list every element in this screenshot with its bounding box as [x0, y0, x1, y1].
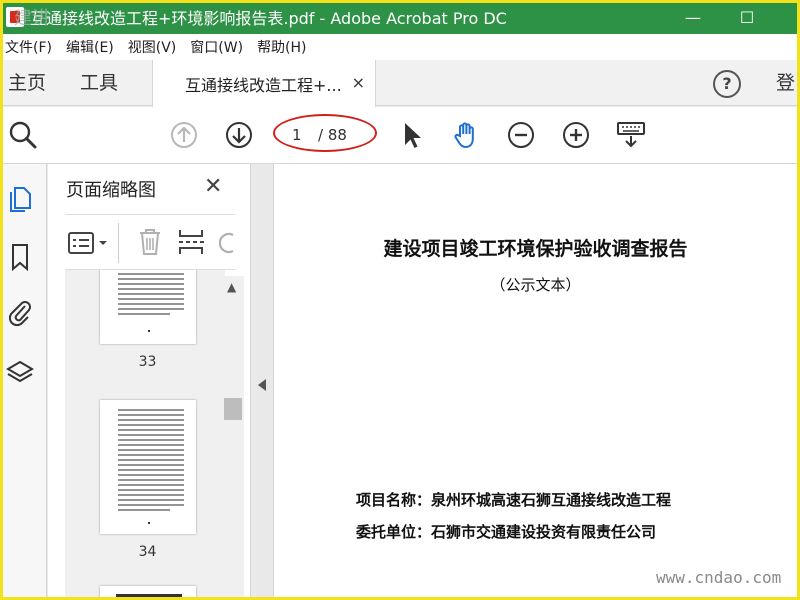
zoom-search-icon[interactable]: [8, 120, 38, 150]
tab-close-icon[interactable]: ×: [352, 73, 365, 92]
thumbnails-toolbar: [65, 214, 235, 270]
document-subtitle: （公示文本）: [490, 276, 581, 294]
menu-window[interactable]: 窗口(W): [185, 37, 252, 57]
client-label: 委托单位：: [356, 523, 432, 541]
collapse-arrow-icon[interactable]: [258, 379, 266, 391]
tab-bar: 主页 工具 互通接线改造工程+... ×: [0, 60, 800, 107]
layers-icon[interactable]: [6, 358, 34, 388]
thumbnail-list: 33 34: [65, 270, 225, 600]
project-name-label: 项目名称：: [356, 491, 432, 509]
thumbnail-options-icon[interactable]: [67, 229, 111, 257]
attachment-icon[interactable]: [6, 298, 34, 328]
menu-help[interactable]: 帮助(H): [252, 37, 315, 57]
menu-edit[interactable]: 编辑(E): [61, 37, 123, 57]
hand-tool-icon[interactable]: [451, 120, 481, 150]
project-name-line: 项目名称：泉州环城高速石狮互通接线改造工程: [356, 489, 671, 510]
panel-collapse-strip[interactable]: [250, 164, 274, 600]
navigation-rail: [0, 164, 47, 600]
thumbnails-scrollbar[interactable]: ▲: [222, 276, 244, 600]
select-cursor-icon[interactable]: [398, 120, 428, 150]
scroll-up-arrow[interactable]: ▲: [227, 280, 236, 294]
site-watermark: www.cndao.com: [656, 568, 782, 587]
bookmark-icon[interactable]: [6, 242, 34, 272]
document-title: 建设项目竣工环境保护验收调查报告: [383, 238, 688, 260]
menu-file[interactable]: 文件(F): [0, 37, 61, 57]
help-button[interactable]: ?: [713, 70, 741, 98]
client-line: 委托单位：石狮市交通建设投资有限责任公司: [356, 521, 656, 542]
client-value: 石狮市交通建设投资有限责任公司: [431, 523, 657, 541]
maximize-button[interactable]: ☐: [724, 0, 770, 34]
thumbnail-page-34[interactable]: [100, 400, 196, 534]
thumbnail-page-33[interactable]: [100, 270, 196, 344]
scrollbar-thumb[interactable]: [224, 398, 242, 420]
tab-document-label: 互通接线改造工程+...: [185, 75, 342, 95]
toolbar-divider: [118, 223, 119, 263]
thumbnails-panel: 页面缩略图 ✕ 33 34: [48, 164, 250, 600]
page-thumbnails-icon[interactable]: [6, 184, 34, 214]
thumbnails-close-icon[interactable]: ✕: [204, 174, 222, 199]
zoom-out-icon[interactable]: [506, 120, 536, 150]
red-circle-annotation: [273, 114, 377, 152]
window-title: 互通接线改造工程+环境影响报告表.pdf - Adobe Acrobat Pro…: [30, 9, 507, 28]
thumbnail-label-33: 33: [138, 354, 157, 370]
zoom-in-icon[interactable]: [561, 120, 591, 150]
minimize-button[interactable]: —: [670, 0, 716, 34]
insert-page-icon[interactable]: [177, 227, 205, 257]
thumbnail-page-35[interactable]: [100, 586, 196, 600]
thumbnail-page-33-content: [118, 273, 184, 332]
next-page-icon[interactable]: [224, 120, 254, 150]
document-page: 建设项目竣工环境保护验收调查报告 （公示文本） 项目名称：泉州环城高速石狮互通接…: [274, 164, 797, 600]
tab-document[interactable]: 互通接线改造工程+... ×: [152, 60, 376, 107]
thumbnail-page-34-content: [118, 409, 184, 524]
login-button[interactable]: 登: [776, 60, 795, 106]
keyboard-scroll-icon[interactable]: [616, 120, 646, 150]
menu-bar: 文件(F) 编辑(E) 视图(V) 窗口(W) 帮助(H): [0, 34, 800, 60]
delete-page-icon[interactable]: [137, 227, 163, 257]
tab-tools[interactable]: 工具: [80, 60, 118, 106]
thumbnails-panel-title: 页面缩略图: [66, 180, 156, 201]
thumbnail-label-34: 34: [138, 544, 157, 560]
thumbnail-page-35-content: [116, 594, 182, 597]
menu-view[interactable]: 视图(V): [123, 37, 186, 57]
toolbar: [0, 107, 800, 164]
watermark-logo: 建讲: [14, 8, 50, 29]
previous-page-icon[interactable]: [169, 120, 199, 150]
project-name-value: 泉州环城高速石狮互通接线改造工程: [431, 491, 672, 509]
rotate-page-icon[interactable]: [219, 229, 235, 257]
tab-home[interactable]: 主页: [8, 60, 46, 106]
